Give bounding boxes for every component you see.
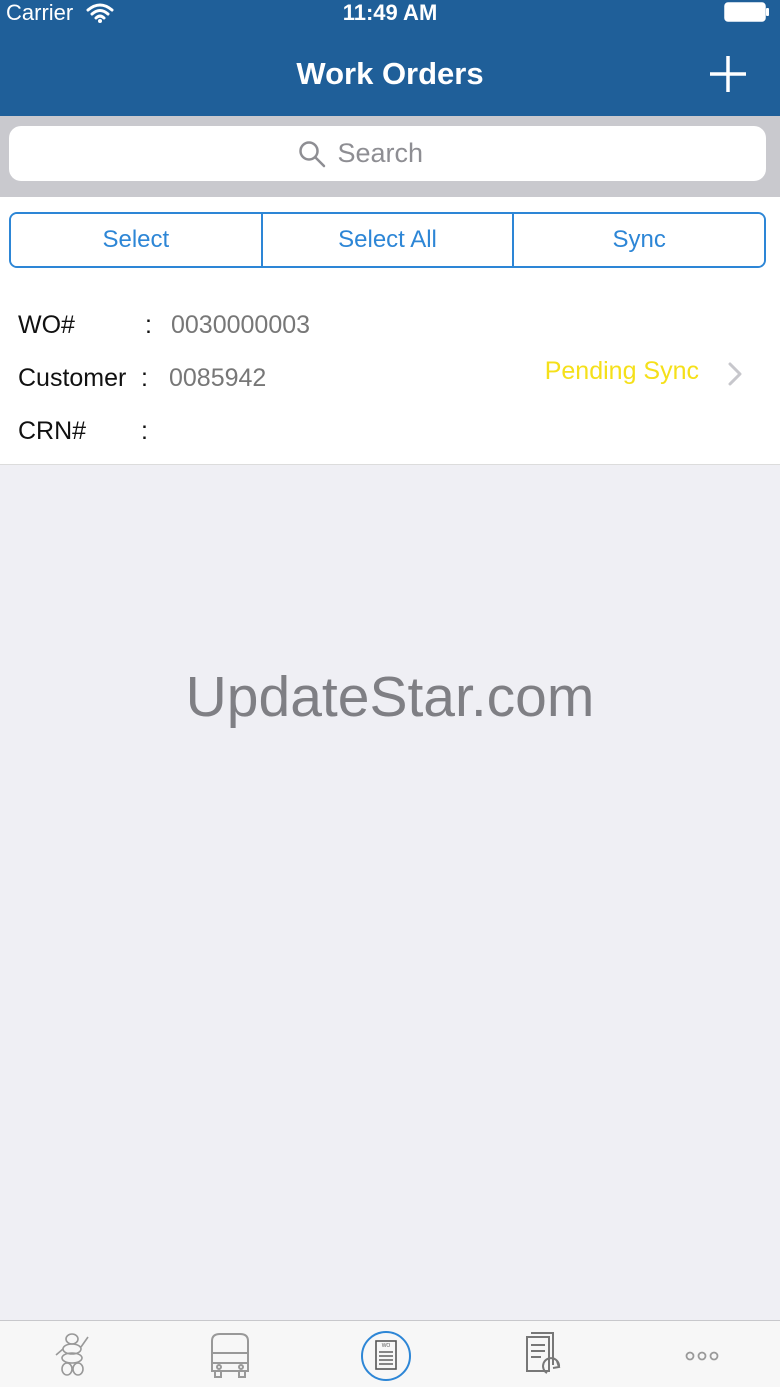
add-work-order-button[interactable]	[706, 52, 750, 96]
tab-sync-documents[interactable]	[503, 1329, 583, 1383]
status-badge: Pending Sync	[544, 357, 699, 385]
mascot-icon	[55, 1333, 89, 1376]
tab-home[interactable]	[32, 1329, 112, 1383]
sync-button[interactable]: Sync	[512, 214, 764, 266]
tab-bar: WO	[0, 1320, 780, 1387]
status-bar: Carrier 11:49 AM	[0, 0, 780, 30]
tab-work-orders[interactable]: WO	[346, 1329, 426, 1383]
search-input[interactable]	[337, 138, 478, 169]
colon: :	[145, 311, 152, 339]
action-segment-area: Select Select All Sync	[0, 197, 780, 281]
colon: :	[141, 364, 148, 392]
tab-vehicles[interactable]	[190, 1329, 270, 1383]
battery-icon	[724, 2, 769, 22]
search-icon	[298, 140, 325, 167]
select-all-button[interactable]: Select All	[260, 214, 513, 266]
wo-number-value: 0030000003	[171, 311, 311, 339]
van-icon	[211, 1333, 249, 1378]
page-title: Work Orders	[296, 56, 484, 91]
customer-value: 0085942	[169, 364, 267, 392]
search-bar	[0, 116, 780, 197]
work-order-icon: WO	[361, 1331, 411, 1381]
plus-icon	[710, 56, 746, 92]
action-segmented-control: Select Select All Sync	[9, 212, 766, 268]
search-field[interactable]	[9, 126, 766, 181]
crn-label: CRN#	[18, 417, 87, 445]
more-icon	[685, 1351, 719, 1361]
nav-bar: Work Orders	[0, 30, 780, 116]
wo-number-label: WO#	[18, 311, 75, 339]
search-inner	[9, 126, 766, 181]
chevron-right-icon	[728, 362, 742, 386]
watermark-text: UpdateStar.com	[185, 665, 595, 729]
customer-label: Customer	[18, 364, 127, 392]
status-time: 11:49 AM	[342, 0, 438, 25]
tab-more[interactable]	[662, 1329, 742, 1383]
work-order-row[interactable]: WO# : 0030000003 Customer : 0085942 CRN#…	[0, 281, 780, 465]
select-button[interactable]: Select	[11, 214, 261, 266]
document-sync-icon	[526, 1332, 561, 1374]
work-order-icon-label: WO	[382, 1343, 391, 1349]
colon: :	[141, 417, 148, 445]
